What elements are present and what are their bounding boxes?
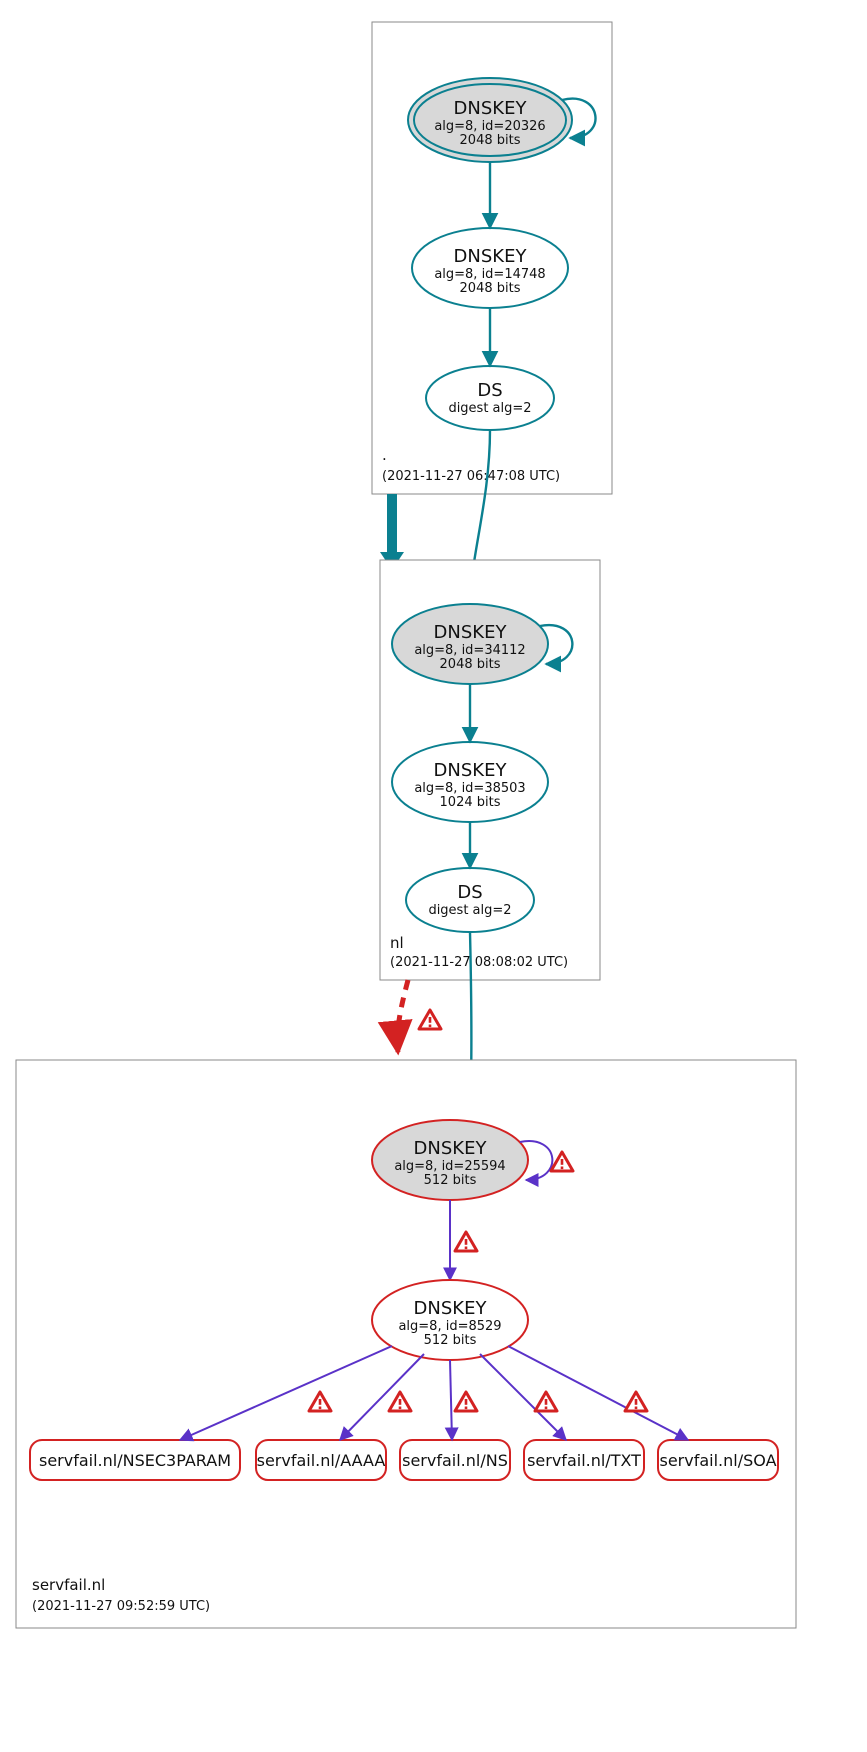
- zone-root-name: .: [382, 446, 387, 464]
- rrset-aaaa: servfail.nl/AAAA: [256, 1440, 386, 1480]
- rrset-nsec3param: servfail.nl/NSEC3PARAM: [30, 1440, 240, 1480]
- node-sf-zsk: DNSKEY alg=8, id=8529 512 bits: [372, 1280, 528, 1360]
- svg-text:digest alg=2: digest alg=2: [428, 903, 511, 918]
- dnssec-graph: . (2021-11-27 06:47:08 UTC) DNSKEY alg=8…: [0, 0, 867, 1752]
- node-root-ksk: DNSKEY alg=8, id=20326 2048 bits: [408, 78, 572, 162]
- svg-text:2048 bits: 2048 bits: [440, 657, 501, 672]
- svg-text:512 bits: 512 bits: [424, 1333, 477, 1348]
- svg-text:alg=8, id=8529: alg=8, id=8529: [398, 1319, 501, 1334]
- zone-nl: nl (2021-11-27 08:08:02 UTC) DNSKEY alg=…: [380, 560, 600, 980]
- zone-servfail: servfail.nl (2021-11-27 09:52:59 UTC) DN…: [16, 1060, 796, 1628]
- svg-text:DS: DS: [477, 380, 502, 401]
- svg-text:alg=8, id=25594: alg=8, id=25594: [394, 1159, 505, 1174]
- node-nl-zsk: DNSKEY alg=8, id=38503 1024 bits: [392, 742, 548, 822]
- zone-servfail-timestamp: (2021-11-27 09:52:59 UTC): [32, 1599, 210, 1614]
- svg-text:DNSKEY: DNSKEY: [434, 760, 508, 781]
- node-root-ds: DS digest alg=2: [426, 366, 554, 430]
- zone-root: . (2021-11-27 06:47:08 UTC) DNSKEY alg=8…: [372, 22, 612, 494]
- svg-text:servfail.nl/NSEC3PARAM: servfail.nl/NSEC3PARAM: [39, 1451, 231, 1470]
- node-root-zsk: DNSKEY alg=8, id=14748 2048 bits: [412, 228, 568, 308]
- svg-text:DNSKEY: DNSKEY: [414, 1138, 488, 1159]
- svg-text:alg=8, id=34112: alg=8, id=34112: [414, 643, 525, 658]
- svg-text:2048 bits: 2048 bits: [460, 133, 521, 148]
- zone-nl-timestamp: (2021-11-27 08:08:02 UTC): [390, 955, 568, 970]
- node-sf-ksk: DNSKEY alg=8, id=25594 512 bits: [372, 1120, 528, 1200]
- svg-text:DNSKEY: DNSKEY: [414, 1298, 488, 1319]
- svg-text:digest alg=2: digest alg=2: [448, 401, 531, 416]
- zone-servfail-name: servfail.nl: [32, 1576, 105, 1594]
- edge-delegation-nl-sf-bogus: [397, 980, 408, 1052]
- svg-text:512 bits: 512 bits: [424, 1173, 477, 1188]
- svg-text:1024 bits: 1024 bits: [440, 795, 501, 810]
- svg-text:servfail.nl/NS: servfail.nl/NS: [402, 1451, 508, 1470]
- svg-text:DNSKEY: DNSKEY: [434, 622, 508, 643]
- svg-text:DNSKEY: DNSKEY: [454, 98, 528, 119]
- zone-nl-name: nl: [390, 934, 404, 952]
- node-nl-ksk: DNSKEY alg=8, id=34112 2048 bits: [392, 604, 548, 684]
- svg-text:servfail.nl/TXT: servfail.nl/TXT: [527, 1451, 641, 1470]
- svg-text:DS: DS: [457, 882, 482, 903]
- warning-icon: [419, 1010, 441, 1029]
- svg-text:alg=8, id=14748: alg=8, id=14748: [434, 267, 545, 282]
- svg-text:servfail.nl/AAAA: servfail.nl/AAAA: [257, 1451, 386, 1470]
- rrset-ns: servfail.nl/NS: [400, 1440, 510, 1480]
- zone-root-timestamp: (2021-11-27 06:47:08 UTC): [382, 469, 560, 484]
- rrset-soa: servfail.nl/SOA: [658, 1440, 778, 1480]
- svg-text:2048 bits: 2048 bits: [460, 281, 521, 296]
- svg-text:DNSKEY: DNSKEY: [454, 246, 528, 267]
- node-nl-ds: DS digest alg=2: [406, 868, 534, 932]
- svg-text:alg=8, id=38503: alg=8, id=38503: [414, 781, 525, 796]
- svg-text:alg=8, id=20326: alg=8, id=20326: [434, 119, 545, 134]
- svg-text:servfail.nl/SOA: servfail.nl/SOA: [659, 1451, 776, 1470]
- rrset-txt: servfail.nl/TXT: [524, 1440, 644, 1480]
